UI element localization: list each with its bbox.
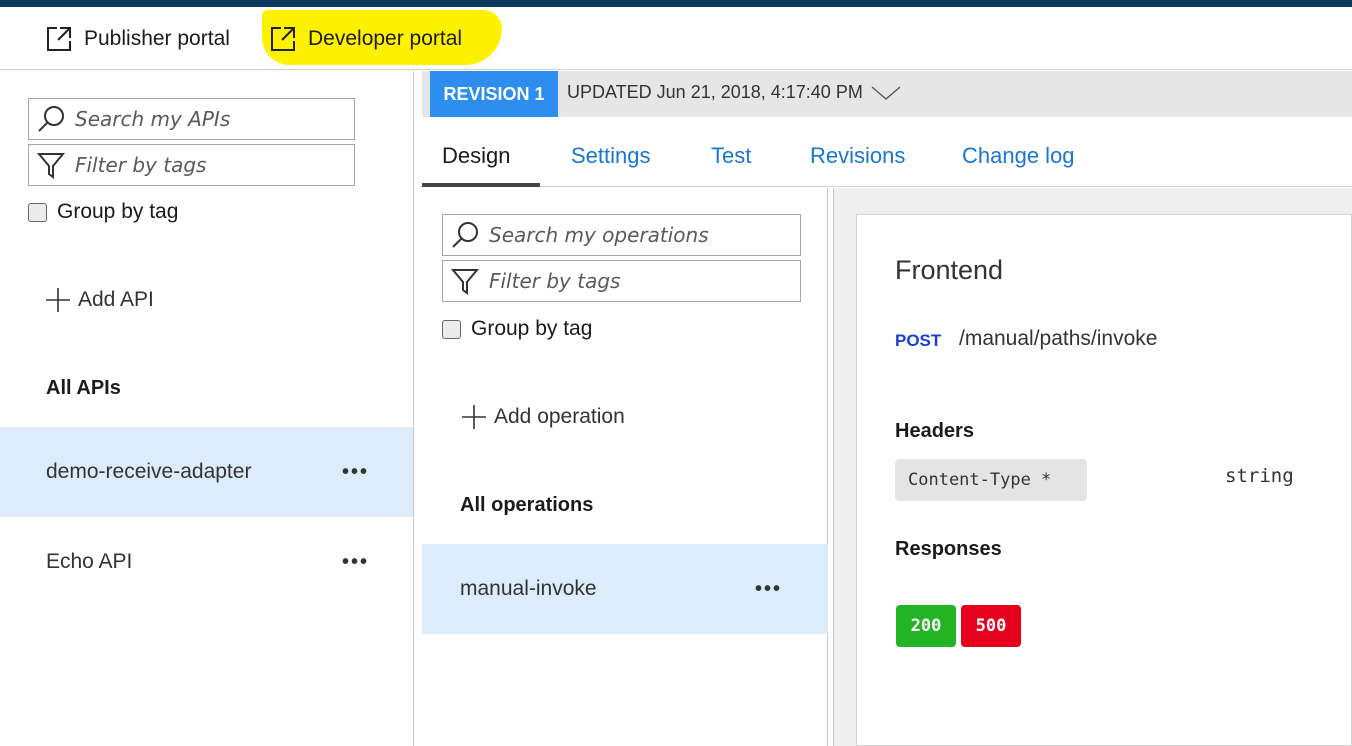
search-icon [452,222,478,248]
group-by-tag-checkbox[interactable] [442,319,461,339]
frontend-card: Frontend POST /manual/paths/invoke Heade… [856,214,1352,746]
active-tab-indicator [422,183,540,187]
revision-bar: REVISION 1 UPDATED Jun 21, 2018, 4:17:40… [422,71,1352,117]
publisher-portal-link[interactable]: Publisher portal [46,25,230,53]
api-filter-input[interactable] [75,153,315,177]
plus-icon [46,288,70,312]
portal-bar: Publisher portal Developer portal [0,7,1352,70]
operation-search-box[interactable] [442,214,801,256]
group-by-tag-checkbox[interactable] [28,202,47,222]
tab-settings[interactable]: Settings [571,143,651,169]
developer-portal-label: Developer portal [308,27,463,50]
response-500-badge[interactable]: 500 [961,605,1021,647]
operation-item-manual-invoke[interactable]: manual-invoke ••• [422,544,828,634]
api-list-pane: Group by tag Add API All APIs demo-recei… [0,71,414,746]
operation-item-name: manual-invoke [460,577,597,600]
chevron-down-icon [871,85,901,100]
group-by-tag-label: Group by tag [57,200,179,223]
operation-item-more-button[interactable]: ••• [755,578,782,601]
api-item-demo-receive-adapter[interactable]: demo-receive-adapter ••• [0,427,413,517]
api-search-input[interactable] [75,107,315,131]
header-type: string [1225,465,1294,487]
plus-icon [462,405,486,429]
response-200-badge[interactable]: 200 [896,605,956,647]
revision-updated-dropdown[interactable]: UPDATED Jun 21, 2018, 4:17:40 PM [567,82,901,103]
top-accent-bar [0,0,1352,7]
api-group-by-tag[interactable]: Group by tag [28,200,178,224]
operation-filter-box[interactable] [442,260,801,302]
responses-heading: Responses [895,538,1002,560]
tab-test[interactable]: Test [711,143,751,169]
api-item-name: demo-receive-adapter [46,460,252,483]
filter-icon [37,153,65,179]
operations-pane: Group by tag Add operation All operation… [422,188,828,746]
add-api-button[interactable]: Add API [44,286,154,314]
search-icon [38,106,64,132]
add-operation-button[interactable]: Add operation [460,403,625,431]
operation-filter-input[interactable] [489,269,729,293]
tab-revisions[interactable]: Revisions [810,143,905,169]
operation-search-input[interactable] [489,223,729,247]
headers-heading: Headers [895,420,974,442]
api-detail-area: REVISION 1 UPDATED Jun 21, 2018, 4:17:40… [422,71,1352,746]
tab-change-log[interactable]: Change log [962,143,1075,169]
operation-group-by-tag[interactable]: Group by tag [442,317,592,341]
group-by-tag-label: Group by tag [471,317,593,340]
all-operations-heading: All operations [460,494,594,516]
header-name-chip: Content-Type * [895,459,1087,501]
add-api-label: Add API [78,288,154,311]
api-item-echo-api[interactable]: Echo API ••• [0,517,413,607]
operation-path: /manual/paths/invoke [959,327,1158,350]
filter-icon [451,269,479,295]
revision-updated-text: UPDATED Jun 21, 2018, 4:17:40 PM [567,82,863,102]
publisher-portal-label: Publisher portal [84,27,230,50]
tab-bar: Design Settings Test Revisions Change lo… [422,117,1352,187]
external-link-icon [47,27,71,51]
frontend-title: Frontend [895,255,1004,285]
api-search-box[interactable] [28,98,355,140]
all-apis-heading: All APIs [46,377,121,399]
http-method-badge: POST [895,331,942,350]
external-link-icon [271,27,295,51]
api-item-more-button[interactable]: ••• [342,461,369,484]
api-item-name: Echo API [46,550,133,573]
api-item-more-button[interactable]: ••• [342,551,369,574]
api-filter-box[interactable] [28,144,355,186]
developer-portal-link[interactable]: Developer portal [270,25,462,53]
add-operation-label: Add operation [494,405,625,428]
tab-design[interactable]: Design [442,143,510,169]
revision-badge: REVISION 1 [430,71,558,117]
